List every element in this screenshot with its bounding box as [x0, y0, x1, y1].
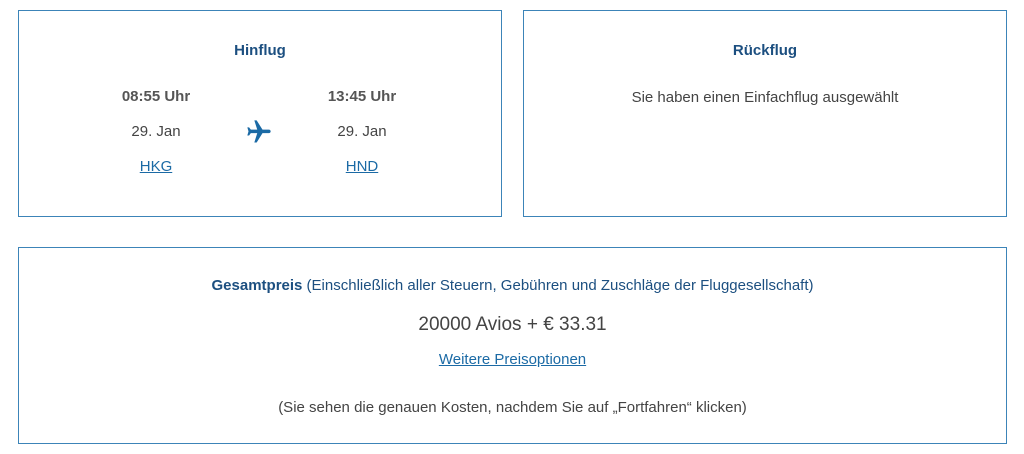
outbound-flight-card: Hinflug 08:55 Uhr 29. Jan HKG 13:45 Uhr … [18, 10, 502, 217]
total-price-label-note: (Einschließlich aller Steuern, Gebühren … [302, 277, 814, 294]
arrival-time: 13:45 Uhr [327, 88, 397, 105]
total-price-card: Gesamtpreis (Einschließlich aller Steuer… [18, 247, 1007, 444]
departure-date: 29. Jan [131, 123, 181, 140]
more-price-options-wrap: Weitere Preisoptionen [19, 351, 1006, 369]
airplane-icon [247, 120, 271, 143]
departure-column: 08:55 Uhr 29. Jan HKG [86, 87, 226, 177]
total-price-amount: 20000 Avios + € 33.31 [418, 314, 607, 335]
total-price-heading: Gesamtpreis (Einschließlich aller Steuer… [19, 277, 1006, 294]
more-price-options-link[interactable]: Weitere Preisoptionen [439, 351, 586, 368]
outbound-title: Hinflug [234, 42, 286, 59]
return-title: Rückflug [732, 42, 798, 59]
departure-time: 08:55 Uhr [121, 88, 191, 105]
arrival-column: 13:45 Uhr 29. Jan HND [292, 87, 432, 177]
return-flight-card: Rückflug Sie haben einen Einfachflug aus… [523, 10, 1007, 217]
arrival-airport-link[interactable]: HND [346, 157, 379, 177]
departure-airport-link[interactable]: HKG [140, 157, 173, 177]
total-price-label: Gesamtpreis [211, 277, 303, 294]
arrival-date: 29. Jan [337, 123, 387, 140]
one-way-message: Sie haben einen Einfachflug ausgewählt [631, 89, 899, 106]
price-note: (Sie sehen die genauen Kosten, nachdem S… [278, 399, 747, 416]
